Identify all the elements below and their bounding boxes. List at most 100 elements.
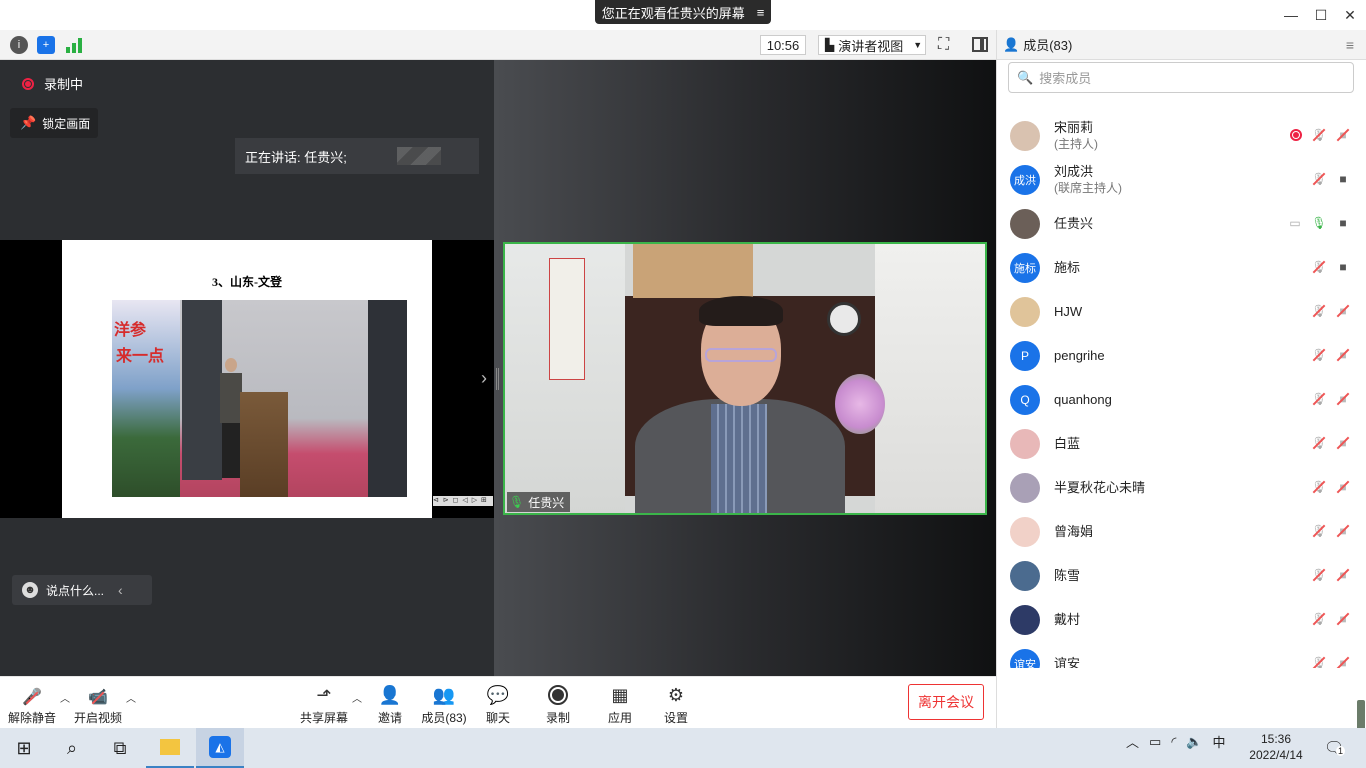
panel-menu-icon[interactable]: ≡ (1346, 37, 1354, 53)
mic-muted-icon[interactable]: 🎙 (1311, 480, 1326, 494)
start-video-button[interactable]: 📹 开启视频 (74, 682, 122, 726)
member-status-icons: 🎙 ■ (1311, 260, 1350, 274)
task-view-icon[interactable]: ⧉ (96, 728, 144, 768)
record-button[interactable]: 录制 (540, 682, 576, 726)
member-info: 任贵兴 (1054, 216, 1093, 232)
camera-off-icon[interactable]: ■ (1336, 656, 1350, 668)
member-row[interactable]: Ppengrihe 🎙 ■ (1010, 334, 1350, 378)
member-row[interactable]: 陈雪 🎙 ■ (1010, 554, 1350, 598)
close-button[interactable]: ✕ (1338, 4, 1362, 26)
info-icon[interactable]: i (10, 36, 28, 54)
mic-muted-icon[interactable]: 🎙 (1311, 128, 1326, 142)
avatar (1010, 297, 1040, 327)
mic-muted-icon[interactable]: 🎙 (1311, 348, 1326, 362)
mic-muted-icon[interactable]: 🎙 (1311, 524, 1326, 538)
member-row[interactable]: 半夏秋花心未晴 🎙 ■ (1010, 466, 1350, 510)
participant-video[interactable] (503, 242, 987, 515)
share-screen-button[interactable]: ⬏ 共享屏幕 (300, 682, 348, 726)
camera-off-icon[interactable]: ■ (1336, 612, 1350, 626)
lock-view-label: 锁定画面 (42, 116, 91, 131)
screen-share-banner[interactable]: 您正在观看任贵兴的屏幕 ≡ (595, 0, 771, 24)
leave-meeting-button[interactable]: 离开会议 (908, 684, 984, 720)
settings-label: 设置 (663, 711, 688, 725)
collapse-chevron-icon[interactable]: ‹ (118, 582, 123, 598)
member-role: (主持人) (1054, 137, 1098, 151)
member-role: (联席主持人) (1054, 181, 1122, 195)
member-row[interactable]: 曾海娟 🎙 ■ (1010, 510, 1350, 554)
camera-off-icon[interactable]: ■ (1336, 348, 1350, 362)
sidebar-toggle-icon[interactable] (972, 37, 988, 52)
camera-off-icon[interactable]: ■ (1336, 480, 1350, 494)
mic-muted-icon[interactable]: 🎙 (1311, 392, 1326, 406)
wifi-icon[interactable]: ◜ (1171, 734, 1176, 750)
file-explorer-icon[interactable] (146, 728, 194, 768)
menu-lines-icon[interactable]: ≡ (757, 5, 765, 20)
windows-start-icon[interactable]: ⊞ (0, 728, 48, 768)
unmute-button[interactable]: 🎤 解除静音 (8, 682, 56, 726)
add-user-icon: 👤 (378, 685, 402, 705)
invite-button[interactable]: 👤 邀请 (370, 682, 410, 726)
member-row[interactable]: 谊安 谊安 🎙 ■ (1010, 642, 1350, 668)
member-row[interactable]: 白蓝 🎙 ■ (1010, 422, 1350, 466)
taskbar-clock[interactable]: 15:36 2022/4/14 (1246, 731, 1306, 763)
mic-on-icon[interactable]: 🎙 (1311, 216, 1326, 230)
signal-icon[interactable] (66, 37, 84, 53)
member-row[interactable]: 戴村 🎙 ■ (1010, 598, 1350, 642)
camera-off-icon[interactable]: ■ (1336, 524, 1350, 538)
camera-on-icon[interactable]: ■ (1336, 216, 1350, 230)
member-search-input[interactable]: 🔍 搜索成员 (1008, 62, 1354, 93)
camera-on-icon[interactable]: ■ (1336, 260, 1350, 274)
mic-muted-icon[interactable]: 🎙 (1311, 436, 1326, 450)
audio-options-caret-icon[interactable]: ︿ (60, 690, 70, 705)
camera-off-icon[interactable]: ■ (1336, 436, 1350, 450)
camera-off-icon[interactable]: ■ (1336, 568, 1350, 582)
meeting-time: 10:56 (760, 35, 806, 55)
volume-icon[interactable]: 🔈 (1186, 734, 1202, 750)
mic-muted-icon[interactable]: 🎙 (1311, 304, 1326, 318)
members-button[interactable]: 👥 成员(83) (420, 682, 468, 726)
battery-icon[interactable]: ▭ (1149, 734, 1161, 750)
member-row[interactable]: Qquanhong 🎙 ■ (1010, 378, 1350, 422)
slide-controls[interactable]: ⊲ ⊳ ◻ ◁ ▷ ⊞ (433, 496, 493, 506)
member-name: 刘成洪 (1054, 164, 1094, 179)
mic-muted-icon[interactable]: 🎙 (1311, 568, 1326, 582)
panel-scrollbar[interactable] (1356, 36, 1366, 756)
search-taskbar-icon[interactable]: ⌕ (48, 728, 96, 768)
speaker-view-dropdown[interactable]: ▙ 演讲者视图 ▼ (818, 35, 926, 55)
taskbar-time: 15:36 (1260, 732, 1292, 746)
mic-muted-icon[interactable]: 🎙 (1311, 656, 1326, 668)
meeting-app-icon[interactable]: ◭ (196, 728, 244, 768)
camera-on-icon[interactable]: ■ (1336, 172, 1350, 186)
expand-arrow-icon[interactable]: › (481, 368, 487, 389)
splitter-handle[interactable] (496, 368, 499, 390)
notification-icon[interactable]: 🗨 1 (1324, 738, 1346, 758)
chat-button[interactable]: 💬 聊天 (480, 682, 516, 726)
fullscreen-icon[interactable]: ⛶ (938, 36, 949, 54)
mic-muted-icon[interactable]: 🎙 (1311, 260, 1326, 274)
settings-button[interactable]: ⚙ 设置 (658, 682, 694, 726)
emoji-icon[interactable]: ☻ (22, 582, 38, 598)
member-status-icons: 🎙 ■ (1311, 524, 1350, 538)
member-row[interactable]: 成洪 刘成洪 (联席主持人) 🎙 ■ (1010, 158, 1350, 202)
lock-view-button[interactable]: 📌 锁定画面 (10, 108, 98, 138)
maximize-button[interactable]: ☐ (1309, 4, 1333, 26)
minimize-button[interactable]: — (1279, 4, 1303, 26)
video-options-caret-icon[interactable]: ︿ (126, 690, 136, 705)
mic-muted-icon[interactable]: 🎙 (1311, 172, 1326, 186)
tray-chevron-up-icon[interactable]: ︿ (1126, 732, 1139, 751)
member-row[interactable]: 宋丽莉 (主持人) 🎙 ■ (1010, 114, 1350, 158)
chat-input-box[interactable]: ☻ 说点什么... ‹ (12, 575, 152, 605)
camera-off-icon[interactable]: ■ (1336, 304, 1350, 318)
member-row[interactable]: HJW 🎙 ■ (1010, 290, 1350, 334)
shield-icon[interactable]: + (37, 36, 55, 54)
share-options-caret-icon[interactable]: ︿ (352, 690, 362, 705)
members-panel-title: 成员(83) (1023, 38, 1073, 53)
member-row[interactable]: 施标 施标 🎙 ■ (1010, 246, 1350, 290)
camera-off-icon[interactable]: ■ (1336, 128, 1350, 142)
mic-muted-icon[interactable]: 🎙 (1311, 612, 1326, 626)
member-row[interactable]: 任贵兴 ▭ 🎙 ■ (1010, 202, 1350, 246)
camera-off-icon[interactable]: ■ (1336, 392, 1350, 406)
apps-button[interactable]: ▦ 应用 (602, 682, 638, 726)
member-name: 曾海娟 (1054, 524, 1094, 539)
ime-indicator[interactable]: 中 (1213, 732, 1226, 751)
